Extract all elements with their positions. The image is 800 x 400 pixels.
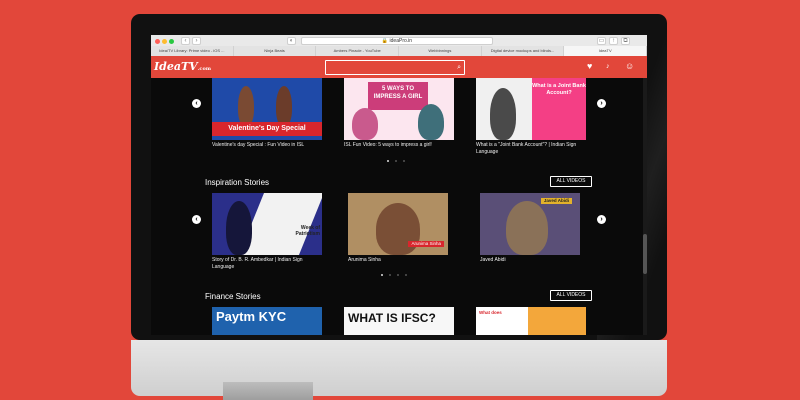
section-title: Finance Stories bbox=[205, 292, 261, 301]
browser-tab[interactable]: Digital device mockups and blinds... bbox=[481, 46, 565, 56]
share-icon[interactable]: ↑ bbox=[609, 37, 618, 45]
carousel-dot[interactable] bbox=[381, 274, 383, 276]
search-input[interactable]: ⌕ bbox=[325, 60, 465, 75]
thumbnail-panel bbox=[528, 307, 586, 335]
all-videos-button[interactable]: ALL VIDEOS bbox=[550, 176, 592, 187]
thumbnail-caption: What does bbox=[479, 310, 502, 315]
monitor-chin bbox=[131, 340, 667, 396]
logo-text: IdeaTV bbox=[154, 60, 198, 73]
browser-tab[interactable]: Ambers Pinacle - YouTube bbox=[316, 46, 400, 56]
search-icon[interactable]: ⌕ bbox=[457, 63, 461, 73]
address-bar[interactable]: 🔒 ideaPro.in bbox=[301, 37, 493, 45]
tabs-icon[interactable]: ⧉ bbox=[621, 37, 630, 45]
scrollbar[interactable] bbox=[643, 78, 647, 335]
scrollbar-thumb[interactable] bbox=[643, 234, 647, 274]
minimize-window-button[interactable] bbox=[162, 39, 167, 44]
thumbnail-caption: Week of Patriotism bbox=[295, 225, 320, 237]
person-figure bbox=[276, 86, 292, 126]
thumbnail-caption: WHAT IS IFSC? bbox=[348, 311, 436, 325]
carousel-dot[interactable] bbox=[397, 274, 399, 276]
prev-arrow-icon[interactable]: ‹ bbox=[192, 99, 201, 108]
monitor: ‹ › ◐ 🔒 ideaPro.in ▭ ↑ ⧉ Idea/TV Library… bbox=[131, 14, 667, 396]
person-figure bbox=[226, 201, 252, 255]
video-title[interactable]: ISL Fun Video: 5 ways to impress a girl! bbox=[344, 142, 456, 149]
browser-tab[interactable]: Webbinnings bbox=[399, 46, 482, 56]
video-thumbnail[interactable]: Valentine's Day Special bbox=[212, 78, 322, 140]
person-figure bbox=[352, 108, 378, 140]
thumbnail-caption: Arunima Sinha bbox=[408, 241, 444, 247]
site-header: IdeaTV.com ⌕ ♥ ♪ ☺ bbox=[151, 56, 647, 78]
person-figure bbox=[238, 86, 254, 126]
carousel-dot[interactable] bbox=[405, 274, 407, 276]
heart-icon[interactable]: ♥ bbox=[587, 61, 592, 72]
video-title[interactable]: Javed Abidi bbox=[480, 257, 592, 264]
carousel-dots bbox=[387, 160, 405, 162]
video-thumbnail[interactable]: WHAT IS IFSC? bbox=[344, 307, 454, 335]
video-thumbnail[interactable]: What does bbox=[476, 307, 586, 335]
carousel-dot[interactable] bbox=[387, 160, 389, 162]
back-icon[interactable]: ‹ bbox=[181, 37, 190, 45]
user-icon[interactable]: ☺ bbox=[625, 61, 634, 72]
next-arrow-icon[interactable]: › bbox=[597, 215, 606, 224]
browser-tab[interactable]: Ninja Beats bbox=[233, 46, 317, 56]
video-title[interactable]: Story of Dr. B. R. Ambedkar | Indian Sig… bbox=[212, 257, 324, 271]
video-title[interactable]: What is a "Joint Bank Account"? | Indian… bbox=[476, 142, 588, 156]
video-thumbnail[interactable]: Paytm KYC bbox=[212, 307, 322, 335]
monitor-stand bbox=[223, 382, 313, 400]
browser-chrome: ‹ › ◐ 🔒 ideaPro.in ▭ ↑ ⧉ Idea/TV Library… bbox=[151, 35, 647, 56]
carousel-dot[interactable] bbox=[395, 160, 397, 162]
reader-icon[interactable]: ▭ bbox=[597, 37, 606, 45]
bell-icon[interactable]: ♪ bbox=[606, 61, 610, 72]
shield-icon[interactable]: ◐ bbox=[287, 37, 296, 45]
tab-bar: Idea/TV Library: Prime video - iOS ... N… bbox=[151, 46, 647, 56]
carousel-dot[interactable] bbox=[403, 160, 405, 162]
logo-sub: .com bbox=[197, 66, 212, 72]
video-content: ‹ › Valentine's Day Special Valentine's … bbox=[151, 78, 647, 335]
site-logo[interactable]: IdeaTV.com bbox=[154, 58, 211, 76]
thumbnail-banner: Valentine's Day Special bbox=[212, 122, 322, 136]
person-figure bbox=[418, 104, 444, 140]
video-thumbnail[interactable]: Arunima Sinha bbox=[348, 193, 448, 255]
thumbnail-caption: Paytm KYC bbox=[216, 309, 287, 324]
video-title[interactable]: Valentine's day Special : Fun Video in I… bbox=[212, 142, 324, 149]
video-thumbnail[interactable]: Javed Abidi bbox=[480, 193, 580, 255]
forward-icon[interactable]: › bbox=[192, 37, 201, 45]
video-title[interactable]: Arunima Sinha bbox=[348, 257, 460, 264]
maximize-window-button[interactable] bbox=[169, 39, 174, 44]
browser-tab[interactable]: Idea/TV Library: Prime video - iOS ... bbox=[151, 46, 234, 56]
person-figure bbox=[490, 88, 516, 140]
video-thumbnail[interactable]: Week of Patriotism bbox=[212, 193, 322, 255]
prev-arrow-icon[interactable]: ‹ bbox=[192, 215, 201, 224]
thumbnail-caption: What is a Joint Bank Account? bbox=[532, 78, 586, 140]
video-thumbnail[interactable]: 5 WAYS TO IMPRESS A GIRL bbox=[344, 78, 454, 140]
browser-tab-active[interactable]: IdeaTV bbox=[564, 46, 647, 56]
section-title: Inspiration Stories bbox=[205, 178, 270, 187]
screen: ‹ › ◐ 🔒 ideaPro.in ▭ ↑ ⧉ Idea/TV Library… bbox=[151, 35, 647, 335]
all-videos-button[interactable]: ALL VIDEOS bbox=[550, 290, 592, 301]
video-thumbnail[interactable]: What is a Joint Bank Account? bbox=[476, 78, 586, 140]
carousel-dot[interactable] bbox=[389, 274, 391, 276]
close-window-button[interactable] bbox=[155, 39, 160, 44]
carousel-dots bbox=[381, 274, 407, 276]
person-figure bbox=[376, 203, 420, 255]
next-arrow-icon[interactable]: › bbox=[597, 99, 606, 108]
thumbnail-caption: Javed Abidi bbox=[540, 198, 572, 204]
person-figure bbox=[506, 201, 548, 255]
thumbnail-caption: 5 WAYS TO IMPRESS A GIRL bbox=[368, 82, 428, 110]
